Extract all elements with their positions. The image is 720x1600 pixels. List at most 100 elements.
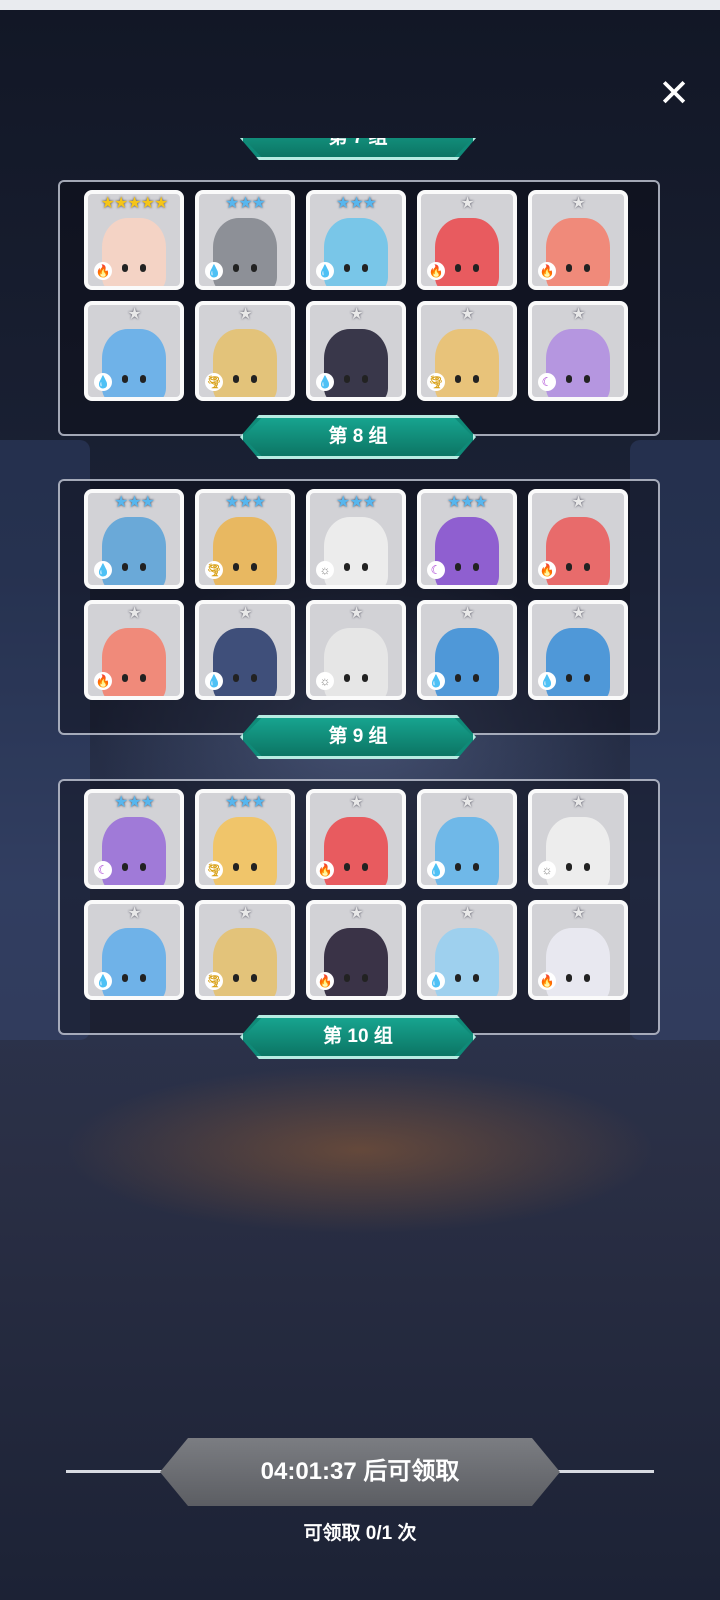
hero-portrait [102, 817, 166, 885]
hero-portrait [546, 817, 610, 885]
hero-card[interactable]: ★ 💧 [417, 789, 517, 889]
hero-portrait [546, 218, 610, 286]
group-label-9: 第 9 组 [240, 715, 476, 759]
star-rating-icon: ★ [349, 306, 363, 323]
water-element-icon: 💧 [94, 373, 112, 391]
hero-eyes [233, 563, 257, 571]
group-list[interactable]: 第 7 组 第 8 组 第 9 组 第 10 组 ★★★★★🔥★★★💧★★★💧★… [0, 138, 720, 1070]
water-element-icon: 💧 [94, 561, 112, 579]
hero-portrait [102, 517, 166, 585]
star-rating-icon: ★ [349, 605, 363, 622]
claim-timer-button[interactable]: 04:01:37 后可领取 [160, 1438, 560, 1506]
hero-eyes [566, 674, 590, 682]
hero-portrait [102, 218, 166, 286]
hero-portrait [435, 628, 499, 696]
hero-eyes [566, 863, 590, 871]
hero-eyes [233, 674, 257, 682]
star-rating-icon: ★★★ [335, 195, 377, 212]
star-rating-icon: ★★★ [446, 494, 488, 511]
hero-eyes [122, 563, 146, 571]
hero-card[interactable]: ★ 🌪 [195, 301, 295, 401]
star-rating-icon: ★ [460, 794, 474, 811]
star-rating-icon: ★★★★★ [100, 195, 169, 212]
star-rating-icon: ★ [460, 605, 474, 622]
hero-card[interactable]: ★ 🌪 [417, 301, 517, 401]
hero-card[interactable]: ★ 🔥 [417, 190, 517, 290]
star-rating-icon: ★ [238, 605, 252, 622]
hero-card[interactable]: ★ ☾ [528, 301, 628, 401]
divider-left [66, 1470, 166, 1473]
star-rating-icon: ★★★ [113, 494, 155, 511]
hero-portrait [435, 817, 499, 885]
hero-card[interactable]: ★ ☼ [528, 789, 628, 889]
hero-eyes [566, 974, 590, 982]
light-element-icon: ☼ [538, 861, 556, 879]
water-element-icon: 💧 [316, 262, 334, 280]
hero-eyes [122, 264, 146, 272]
hero-card[interactable]: ★★★ ☾ [84, 789, 184, 889]
hero-eyes [122, 974, 146, 982]
star-rating-icon: ★ [238, 306, 252, 323]
fire-element-icon: 🔥 [94, 672, 112, 690]
hero-card[interactable]: ★ 💧 [84, 301, 184, 401]
wind-element-icon: 🌪 [427, 373, 445, 391]
hero-card[interactable]: ★★★ 💧 [195, 190, 295, 290]
hero-card[interactable]: ★ 💧 [417, 900, 517, 1000]
hero-eyes [455, 974, 479, 982]
light-element-icon: ☼ [316, 561, 334, 579]
hero-portrait [324, 928, 388, 996]
hero-card[interactable]: ★ 🔥 [528, 190, 628, 290]
wind-element-icon: 🌪 [205, 561, 223, 579]
fire-element-icon: 🔥 [538, 561, 556, 579]
star-rating-icon: ★ [460, 306, 474, 323]
hero-portrait [213, 517, 277, 585]
hero-card[interactable]: ★★★ 🌪 [195, 489, 295, 589]
hero-card[interactable]: ★★★ 🌪 [195, 789, 295, 889]
hero-card[interactable]: ★★★★★ 🔥 [84, 190, 184, 290]
hero-portrait [435, 329, 499, 397]
hero-eyes [344, 863, 368, 871]
hero-portrait [324, 218, 388, 286]
hero-card[interactable]: ★ 💧 [195, 600, 295, 700]
star-rating-icon: ★★★ [335, 494, 377, 511]
hero-card[interactable]: ★ 💧 [417, 600, 517, 700]
hero-card[interactable]: ★★★ ☾ [417, 489, 517, 589]
star-rating-icon: ★★★ [224, 494, 266, 511]
hero-eyes [344, 674, 368, 682]
hero-portrait [435, 218, 499, 286]
hero-card[interactable]: ★ 🌪 [195, 900, 295, 1000]
star-rating-icon: ★ [571, 605, 585, 622]
hero-eyes [455, 264, 479, 272]
hero-portrait [546, 517, 610, 585]
hero-eyes [122, 674, 146, 682]
hero-card[interactable]: ★ 🔥 [84, 600, 184, 700]
hero-portrait [213, 817, 277, 885]
fire-element-icon: 🔥 [316, 861, 334, 879]
hero-card[interactable]: ★★★ 💧 [84, 489, 184, 589]
dark-element-icon: ☾ [427, 561, 445, 579]
star-rating-icon: ★★★ [224, 195, 266, 212]
hero-card[interactable]: ★ 💧 [84, 900, 184, 1000]
hero-card[interactable]: ★ ☼ [306, 600, 406, 700]
hero-eyes [233, 264, 257, 272]
hero-card[interactable]: ★ 🔥 [528, 489, 628, 589]
hero-card[interactable]: ★ 🔥 [306, 900, 406, 1000]
star-rating-icon: ★ [349, 905, 363, 922]
hero-card[interactable]: ★★★ 💧 [306, 190, 406, 290]
star-rating-icon: ★ [127, 905, 141, 922]
water-element-icon: 💧 [427, 972, 445, 990]
claim-count-text: 可领取 0/1 次 [303, 1523, 417, 1544]
hero-card[interactable]: ★ 💧 [528, 600, 628, 700]
hero-card[interactable]: ★ 🔥 [528, 900, 628, 1000]
hero-card[interactable]: ★★★ ☼ [306, 489, 406, 589]
hero-portrait [324, 817, 388, 885]
hero-card[interactable]: ★ 💧 [306, 301, 406, 401]
fire-element-icon: 🔥 [538, 262, 556, 280]
water-element-icon: 💧 [316, 373, 334, 391]
hero-eyes [233, 974, 257, 982]
hero-card[interactable]: ★ 🔥 [306, 789, 406, 889]
fire-element-icon: 🔥 [427, 262, 445, 280]
hero-eyes [455, 674, 479, 682]
star-rating-icon: ★★★ [224, 794, 266, 811]
close-icon[interactable]: ✕ [654, 74, 694, 114]
